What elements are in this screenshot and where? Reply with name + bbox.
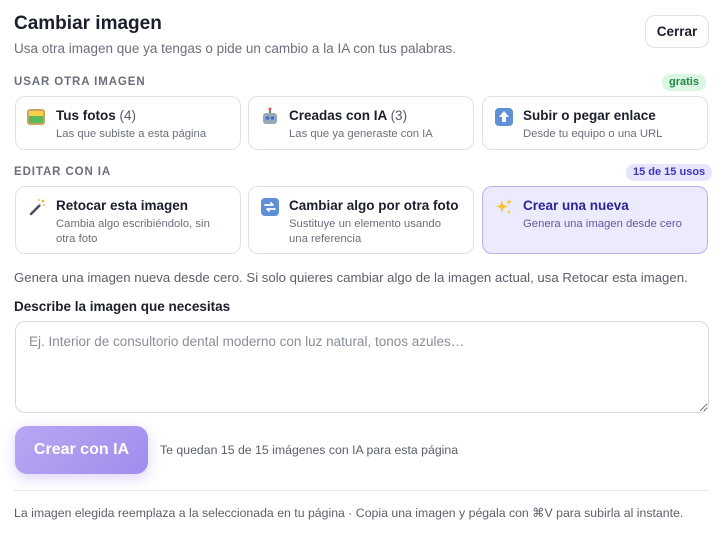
- page-title: Cambiar imagen: [14, 13, 162, 34]
- card-your-photos[interactable]: Tus fotos (4) Las que subiste a esta pág…: [15, 96, 241, 150]
- card-ai-created[interactable]: Creadas con IA (3) Las que ya generaste …: [248, 96, 474, 150]
- card-desc: Sustituye un elemento usando una referen…: [289, 218, 441, 245]
- card-title: Retocar esta imagen: [56, 198, 189, 213]
- card-title: Crear una nueva: [523, 198, 629, 213]
- card-title: Tus fotos (4): [56, 108, 137, 123]
- card-desc: Las que ya generaste con IA: [289, 128, 433, 140]
- card-desc: Genera una imagen desde cero: [523, 218, 682, 230]
- prompt-label: Describe la imagen que necesitas: [14, 299, 231, 314]
- upload-arrow-icon: [494, 107, 514, 127]
- photo-icon: [27, 109, 45, 125]
- swap-arrows-icon: [260, 197, 280, 217]
- close-button[interactable]: Cerrar: [645, 15, 709, 48]
- card-replace-photo[interactable]: Cambiar algo por otra foto Sustituye un …: [248, 186, 474, 254]
- create-with-ai-button[interactable]: Crear con IA: [15, 426, 148, 474]
- footer-note: La imagen elegida reemplaza a la selecci…: [14, 506, 684, 520]
- card-desc: Cambia algo escribiéndolo, sin otra foto: [56, 218, 210, 245]
- quota-text: Te quedan 15 de 15 imágenes con IA para …: [160, 443, 459, 457]
- free-badge: gratis: [662, 74, 706, 91]
- card-desc: Desde tu equipo o una URL: [523, 128, 663, 140]
- card-desc: Las que subiste a esta página: [56, 128, 207, 140]
- card-title: Creadas con IA (3): [289, 108, 408, 123]
- robot-icon: [260, 107, 280, 127]
- sparkles-icon: [494, 197, 514, 217]
- section-label-edit-ai: EDITAR CON IA: [14, 166, 112, 178]
- card-create-new[interactable]: Crear una nueva Genera una imagen desde …: [482, 186, 708, 254]
- usage-badge: 15 de 15 usos: [626, 164, 713, 181]
- page-subtitle: Usa otra imagen que ya tengas o pide un …: [14, 41, 457, 56]
- magic-wand-icon: [27, 197, 47, 217]
- divider: [14, 490, 709, 491]
- card-title: Subir o pegar enlace: [523, 108, 656, 123]
- card-retouch[interactable]: Retocar esta imagen Cambia algo escribié…: [15, 186, 241, 254]
- card-upload-link[interactable]: Subir o pegar enlace Desde tu equipo o u…: [482, 96, 708, 150]
- prompt-textarea[interactable]: [15, 321, 709, 413]
- mode-hint: Genera una imagen nueva desde cero. Si s…: [14, 270, 688, 285]
- section-label-use-other: USAR OTRA IMAGEN: [14, 76, 146, 88]
- card-title: Cambiar algo por otra foto: [289, 198, 459, 213]
